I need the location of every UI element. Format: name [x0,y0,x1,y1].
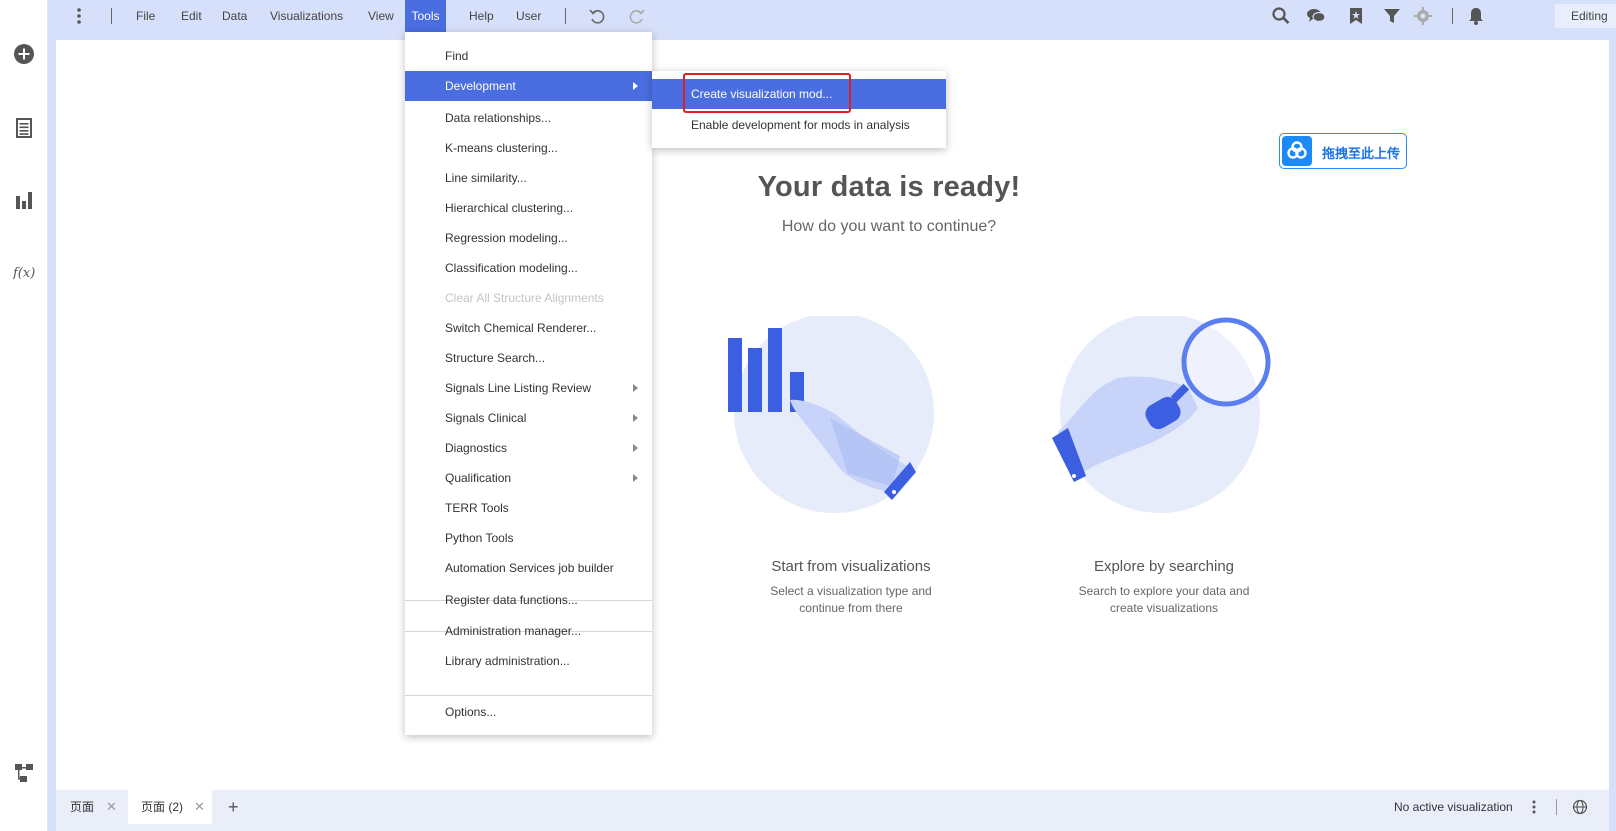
undo-icon[interactable] [587,6,607,26]
menu-item-hierarchical-clustering[interactable]: Hierarchical clustering... [405,193,652,223]
submenu-arrow-icon [633,82,638,90]
bookmark-icon[interactable] [1346,6,1366,26]
redo-icon[interactable] [627,6,647,26]
card-visualizations-desc-1: Select a visualization type and [770,584,932,598]
card-visualizations-title[interactable]: Start from visualizations [746,558,956,575]
menu-item-regression-modeling[interactable]: Regression modeling... [405,223,652,253]
menu-item-terr-tools[interactable]: TERR Tools [405,493,652,523]
left-rail: f(x) [0,0,48,831]
search-icon[interactable] [1271,6,1291,26]
filter-icon[interactable] [1382,6,1402,26]
menu-item-signals-line-listing[interactable]: Signals Line Listing Review [405,373,652,403]
page-tab-label: 页面 [70,800,95,814]
menu-item-label: Signals Line Listing Review [445,381,592,395]
globe-icon[interactable] [1572,799,1588,815]
menu-item-library-administration[interactable]: Library administration... [405,646,652,676]
menu-item-switch-chemical-renderer[interactable]: Switch Chemical Renderer... [405,313,652,343]
menu-item-development[interactable]: Development [405,71,652,101]
menu-item-label: Development [445,79,516,93]
svg-text:f(x): f(x) [13,266,35,281]
menu-item-find[interactable]: Find [405,41,652,71]
menu-item-automation-services[interactable]: Automation Services job builder [405,553,652,583]
menu-file[interactable]: File [129,0,162,32]
menu-data[interactable]: Data [215,0,254,32]
page-tab[interactable]: 页面 ✕ [56,790,127,824]
submenu-arrow-icon [633,444,638,452]
cloud-icon [1282,136,1312,166]
menu-item-data-relationships[interactable]: Data relationships... [405,103,652,133]
menu-tools[interactable]: Tools [405,0,446,32]
bar-chart-icon[interactable] [13,189,35,211]
menu-item-classification-modeling[interactable]: Classification modeling... [405,253,652,283]
page-tab-active[interactable]: 页面 (2) ✕ [128,790,212,824]
menu-item-line-similarity[interactable]: Line similarity... [405,163,652,193]
hierarchy-icon[interactable] [13,762,35,784]
submenu-item-enable-development-mods[interactable]: Enable development for mods in analysis [652,110,946,140]
menu-item-label: Diagnostics [445,441,508,455]
status-divider [1556,799,1557,815]
bell-icon[interactable] [1466,6,1486,26]
menu-item-register-data-functions[interactable]: Register data functions... [405,585,652,615]
menubar-divider [1452,8,1453,24]
page-tabs-bar: 页面 ✕ 页面 (2) ✕ + No active visualization [56,790,1609,831]
close-icon[interactable]: ✕ [194,790,205,824]
upload-button-label: 拖拽至此上传 [1322,146,1401,161]
submenu-arrow-icon [633,414,638,422]
tools-menu: Find Development Data relationships... K… [405,32,652,735]
menu-item-administration-manager[interactable]: Administration manager... [405,616,652,646]
menu-item-signals-clinical[interactable]: Signals Clinical [405,403,652,433]
menu-user[interactable]: User [509,0,548,32]
close-icon[interactable]: ✕ [106,790,117,824]
menu-item-options[interactable]: Options... [405,697,652,727]
visualizations-illustration[interactable] [720,313,940,536]
menu-item-clear-structure-alignments: Clear All Structure Alignments [445,291,604,305]
card-search-title[interactable]: Explore by searching [1059,558,1269,575]
app-window: f(x) File Edit Data Visualizations View … [0,0,1616,831]
menubar-divider [111,8,112,24]
comments-icon[interactable] [1306,6,1326,26]
analysis-canvas: Your data is ready! How do you want to c… [56,40,1609,790]
menu-visualizations[interactable]: Visualizations [263,0,350,32]
menubar: File Edit Data Visualizations View Tools… [49,0,1616,32]
menu-item-structure-search[interactable]: Structure Search... [405,343,652,373]
menu-separator [405,695,652,696]
search-illustration[interactable] [1048,313,1288,536]
submenu-arrow-icon [633,384,638,392]
add-page-icon[interactable]: + [228,790,248,824]
menu-help[interactable]: Help [462,0,501,32]
menu-item-label: Signals Clinical [445,411,527,425]
function-icon[interactable]: f(x) [13,261,35,283]
add-circle-icon[interactable] [13,43,35,65]
mode-label: Editing [1571,9,1608,23]
card-search-desc-1: Search to explore your data and [1078,584,1250,598]
mode-dropdown[interactable]: Editing [1555,4,1616,28]
hero-title: Your data is ready! [757,171,1021,203]
menu-item-python-tools[interactable]: Python Tools [405,523,652,553]
hero-subtitle: How do you want to continue? [781,218,997,235]
card-search-desc-2: create visualizations [1109,601,1219,615]
menu-item-label: Qualification [445,471,512,485]
card-visualizations-desc-2: continue from there [799,601,903,615]
more-vertical-icon[interactable] [69,6,89,26]
upload-button[interactable]: 拖拽至此上传 [1279,133,1407,169]
menu-item-kmeans[interactable]: K-means clustering... [405,133,652,163]
status-text: No active visualization [1394,800,1513,814]
submenu-arrow-icon [633,474,638,482]
menubar-divider [565,8,566,24]
menu-edit[interactable]: Edit [174,0,209,32]
menu-item-diagnostics[interactable]: Diagnostics [405,433,652,463]
menu-view[interactable]: View [361,0,401,32]
more-vertical-icon[interactable] [1528,799,1540,815]
data-table-icon[interactable] [13,117,35,139]
page-tab-label: 页面 (2) [141,800,184,814]
gear-icon[interactable] [1413,6,1433,26]
highlight-box [683,73,851,113]
menu-item-qualification[interactable]: Qualification [405,463,652,493]
